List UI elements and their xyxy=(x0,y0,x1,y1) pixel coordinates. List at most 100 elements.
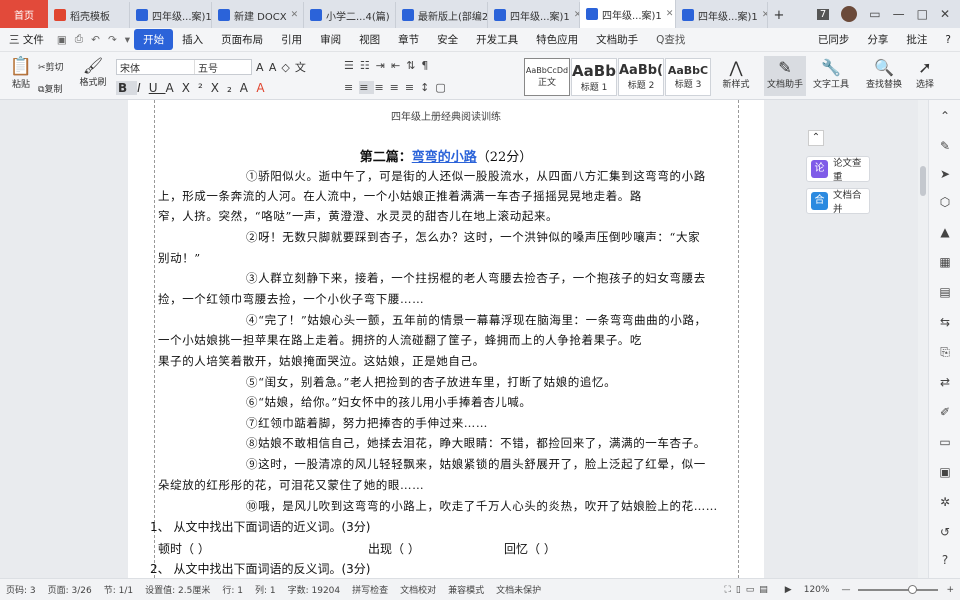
subscript-icon[interactable]: X₂ xyxy=(211,81,240,95)
collapse-up-icon[interactable]: ⌃ xyxy=(808,130,824,146)
font-color-icon[interactable]: A xyxy=(256,81,272,95)
view-mode-icons[interactable]: ⛶▯▭▤ xyxy=(719,585,779,595)
paper-check-button[interactable]: 论论文查重 xyxy=(806,156,870,183)
sort-icon[interactable]: ⇅ xyxy=(406,59,421,72)
fill-icon[interactable]: ▲ xyxy=(937,224,953,240)
shapes-icon[interactable]: ⬡ xyxy=(937,194,953,210)
show-marks-icon[interactable]: ¶ xyxy=(421,59,434,72)
status-spell-check[interactable]: 拼写检查 xyxy=(346,583,394,596)
avatar[interactable] xyxy=(841,6,858,22)
share-icon[interactable]: ⇄ xyxy=(937,374,953,390)
play-icon[interactable]: ▶ xyxy=(779,585,798,595)
zoom-slider-thumb[interactable] xyxy=(908,584,918,594)
close-icon[interactable]: ✕ xyxy=(666,9,674,19)
tab-document-active[interactable]: 四年级...案)1 ✕ xyxy=(580,0,676,28)
distribute-icon[interactable]: ≡ xyxy=(405,81,420,94)
tab-document[interactable]: 小学二...4(篇)✕ xyxy=(304,2,396,28)
answer-blank-1[interactable]: 顿时（ ） xyxy=(158,540,210,557)
doc-merge-button[interactable]: 合文档合并 xyxy=(806,188,870,215)
clear-format-icon[interactable]: ◇ xyxy=(281,61,294,74)
status-protect[interactable]: 文档未保护 xyxy=(490,583,547,596)
style-heading-3[interactable]: AaBbC 标题 3 xyxy=(665,58,711,96)
strikethrough-icon[interactable]: A xyxy=(166,81,182,95)
find-replace-button[interactable]: 🔍 查找替换 xyxy=(862,58,906,90)
select-button[interactable]: ➚ 选择 xyxy=(910,58,940,90)
outdent-icon[interactable]: ⇤ xyxy=(391,59,406,72)
font-name-input[interactable]: 宋体 xyxy=(117,60,195,75)
paste-button[interactable]: 📋 粘贴 xyxy=(8,56,34,90)
align-center-icon[interactable]: ≡ xyxy=(359,81,375,94)
bullet-list-icon[interactable]: ☰ xyxy=(344,59,360,72)
pointer-icon[interactable]: ➤ xyxy=(937,166,953,182)
menu-item-security[interactable]: 安全 xyxy=(428,32,467,47)
underline-icon[interactable]: U xyxy=(149,81,166,95)
status-compat-mode[interactable]: 兼容模式 xyxy=(442,583,490,596)
grid-icon[interactable]: ▦ xyxy=(937,254,953,270)
italic-icon[interactable]: I xyxy=(137,81,149,95)
align-right-icon[interactable]: ≡ xyxy=(374,81,389,94)
window-icon[interactable]: ▭ xyxy=(937,434,953,450)
bold-icon[interactable]: B xyxy=(116,81,138,95)
numbered-list-icon[interactable]: ☷ xyxy=(360,59,376,72)
tab-document[interactable]: 新建 DOCX ✕ xyxy=(212,2,304,28)
document-page[interactable]: 四年级上册经典阅读训练 第二篇：弯弯的小路（22分） ①骄阳似火。逝中午了，可是… xyxy=(128,100,764,578)
translate-icon[interactable]: ⇆ xyxy=(937,314,953,330)
status-position[interactable]: 设置值: 2.5厘米 xyxy=(139,583,216,596)
settings-icon[interactable]: ✲ xyxy=(937,494,953,510)
phonetic-icon[interactable]: 文 xyxy=(295,61,311,74)
menu-item-review[interactable]: 审阅 xyxy=(311,32,350,47)
search-menu[interactable]: Q查找 xyxy=(647,32,694,47)
minimize-icon[interactable]: — xyxy=(893,7,905,21)
edit-icon[interactable]: ✐ xyxy=(937,404,953,420)
menu-item-view[interactable]: 视图 xyxy=(350,32,389,47)
status-word-count[interactable]: 字数: 19204 xyxy=(282,583,347,596)
vertical-scrollbar[interactable] xyxy=(918,100,928,578)
menu-item-doc-assistant[interactable]: 文档助手 xyxy=(587,32,647,47)
shrink-font-icon[interactable]: A xyxy=(269,61,282,74)
border-icon[interactable]: ▢ xyxy=(435,81,451,94)
grow-font-icon[interactable]: A xyxy=(256,61,269,74)
menu-item-start[interactable]: 开始 xyxy=(134,29,174,50)
image-icon[interactable]: ▣ xyxy=(937,464,953,480)
tab-docer[interactable]: 稻壳模板 xyxy=(48,2,130,28)
zoom-slider[interactable] xyxy=(858,584,939,594)
help-icon[interactable]: ? xyxy=(937,552,953,568)
new-style-button[interactable]: ⋀ 新样式 xyxy=(718,58,754,90)
export-icon[interactable]: ⎘ xyxy=(937,344,953,360)
status-proofread[interactable]: 文档校对 xyxy=(394,583,442,596)
new-tab-button[interactable]: + xyxy=(768,2,790,28)
copy-button[interactable]: ⧉复制 xyxy=(38,82,62,95)
answer-blank-2[interactable]: 出现（ ） xyxy=(368,540,420,557)
sync-button[interactable]: 已同步 xyxy=(809,32,859,47)
menu-item-special[interactable]: 特色应用 xyxy=(527,32,587,47)
close-window-icon[interactable]: ✕ xyxy=(940,7,950,21)
comment-button[interactable]: 批注 xyxy=(897,32,936,47)
indent-icon[interactable]: ⇥ xyxy=(376,59,391,72)
highlight-icon[interactable]: A xyxy=(240,81,257,95)
menu-item-chapter[interactable]: 章节 xyxy=(389,32,428,47)
redo-icon[interactable]: ↷ xyxy=(104,34,121,46)
zoom-out-icon[interactable]: — xyxy=(835,585,856,595)
style-heading-1[interactable]: AaBb 标题 1 xyxy=(571,58,617,96)
table-icon[interactable]: ▤ xyxy=(937,284,953,300)
menu-item-insert[interactable]: 插入 xyxy=(173,32,212,47)
status-page-no[interactable]: 页码: 3 xyxy=(0,583,42,596)
doc-assistant-button[interactable]: ✎ 文档助手 xyxy=(764,56,806,96)
heading-link[interactable]: 弯弯的小路 xyxy=(412,150,477,165)
text-tools-button[interactable]: 🔧 文字工具 xyxy=(810,58,852,90)
tab-document[interactable]: 四年级...案)1✕ xyxy=(130,2,212,28)
line-spacing-icon[interactable]: ↕ xyxy=(420,81,435,94)
maximize-icon[interactable]: □ xyxy=(917,7,928,21)
restore-icon[interactable]: ▭ xyxy=(869,7,880,21)
tab-document[interactable]: 最新版上(部编2✕ xyxy=(396,2,488,28)
style-normal[interactable]: AaBbCcDd 正文 xyxy=(524,58,570,96)
tab-document[interactable]: 四年级...案)1✕ xyxy=(488,2,580,28)
scrollbar-thumb[interactable] xyxy=(920,166,926,196)
cut-button[interactable]: ✂剪切 xyxy=(38,60,64,73)
save-icon[interactable]: ▣ xyxy=(53,34,71,46)
zoom-level[interactable]: 120% xyxy=(798,585,836,595)
superscript-icon[interactable]: X² xyxy=(182,81,211,95)
answer-blank-3[interactable]: 回忆（ ） xyxy=(504,540,556,557)
file-menu[interactable]: 三 文件 xyxy=(0,32,53,47)
menu-item-developer[interactable]: 开发工具 xyxy=(467,32,527,47)
